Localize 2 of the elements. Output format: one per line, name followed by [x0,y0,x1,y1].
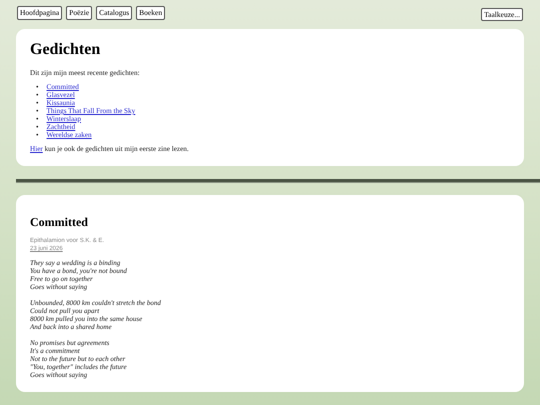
poem-title: Committed [30,215,89,229]
page-heading: Gedichten [30,41,102,59]
